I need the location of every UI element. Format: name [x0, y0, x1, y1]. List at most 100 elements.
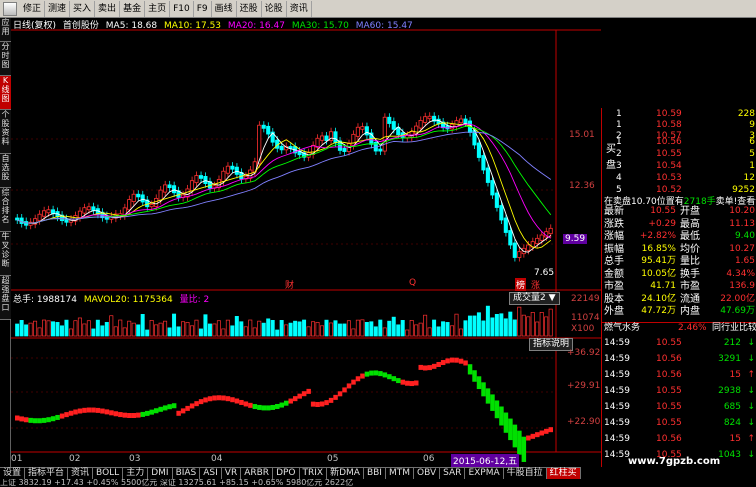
stat-label: 换手	[680, 268, 700, 280]
ma-legend: 日线(复权) 首创股份 MA5: 18.68 MA10: 17.53 MA20:…	[13, 18, 417, 31]
candle-body	[342, 148, 347, 152]
toolbar-discuss[interactable]: 论股	[262, 0, 287, 17]
kline-chart-area[interactable]: 日线(复权) 首创股份 MA5: 18.68 MA10: 17.53 MA20:…	[11, 18, 601, 467]
btab-arbr[interactable]: ARBR	[241, 467, 274, 479]
toolbar-f10[interactable]: F10	[170, 0, 194, 17]
current-price-badge: 9.59	[563, 234, 588, 244]
event-marker-q1[interactable]: Q	[409, 278, 416, 288]
toolbar-sell[interactable]: 卖出	[95, 0, 121, 17]
industry-name: 燃气水务	[604, 323, 641, 333]
indicator-block	[261, 405, 267, 411]
buy-price: 10.54	[656, 161, 682, 171]
btab-settings[interactable]: 设置	[0, 467, 26, 479]
indicator-block	[73, 409, 78, 415]
btab-asi[interactable]: ASI	[200, 467, 222, 479]
toolbar-restore[interactable]: 还股	[237, 0, 262, 17]
candle-body	[279, 145, 284, 151]
btab-boll[interactable]: BOLL	[93, 467, 124, 479]
volume-bar	[387, 320, 392, 337]
toolbar-speed[interactable]: 测速	[45, 0, 71, 17]
indicator-block	[248, 402, 253, 408]
volume-bar	[485, 305, 490, 337]
volume-bar	[275, 329, 280, 337]
btab-vr[interactable]: VR	[221, 467, 242, 479]
candle-body	[423, 116, 428, 123]
btab-obv[interactable]: OBV	[414, 467, 441, 479]
buy-row[interactable]: 1 10.56 6	[602, 136, 756, 148]
volume-bar	[432, 319, 437, 337]
volume-bar	[212, 323, 217, 337]
candle-body	[154, 197, 159, 207]
candle-body	[396, 126, 401, 136]
toolbar-fund[interactable]: 基金	[120, 0, 146, 17]
ma5-line	[17, 119, 552, 253]
candle-body	[409, 131, 414, 138]
buy-row[interactable]: 2 10.55 5	[602, 148, 756, 160]
back-icon[interactable]	[3, 1, 17, 16]
toolbar-news[interactable]: 资讯	[287, 0, 312, 17]
toolbar-buy[interactable]: 买入	[70, 0, 96, 17]
indicator-block	[490, 394, 495, 411]
indicator-block	[346, 383, 352, 389]
toolbar-home[interactable]: 主页	[145, 0, 171, 17]
tab-diagnosis[interactable]: 牛叉诊断	[0, 232, 11, 276]
volume-bar	[230, 325, 235, 337]
arrow-up-icon: ↑	[747, 434, 755, 444]
btab-bbi[interactable]: BBI	[363, 467, 386, 479]
toolbar-fix[interactable]: 修正	[20, 0, 46, 17]
btab-news[interactable]: 资讯	[68, 467, 94, 479]
kline-svg[interactable]	[11, 18, 601, 467]
indicator-block	[37, 418, 42, 424]
indicator-block	[463, 360, 468, 366]
btab-bull-stock[interactable]: 牛股自拉	[503, 467, 547, 479]
volume-bar	[221, 328, 226, 337]
candle-body	[140, 194, 145, 203]
btab-dpo[interactable]: DPO	[273, 467, 300, 479]
indicator-block	[270, 404, 276, 410]
btab-bias[interactable]: BIAS	[172, 467, 201, 479]
btab-trix[interactable]: TRIX	[299, 467, 328, 479]
buy-row[interactable]: 4 10.53 12	[602, 172, 756, 184]
tab-order-book[interactable]: 超强盘口	[0, 276, 11, 320]
volume-bar	[544, 316, 549, 337]
tab-ranking[interactable]: 综合排名	[0, 188, 11, 232]
candle-body	[427, 115, 432, 120]
tab-apps[interactable]: 应用	[0, 18, 11, 42]
btab-expma[interactable]: EXPMA	[465, 467, 504, 479]
tab-intraday[interactable]: 分时图	[0, 42, 11, 76]
indicator-block	[342, 387, 347, 393]
indicator-tick-3: +22.90	[567, 417, 601, 427]
indicator-block	[15, 415, 20, 421]
stat-label: 最高	[680, 218, 700, 230]
volume-select-button[interactable]: 成交量2 ▼	[509, 292, 560, 305]
btab-red-bar-buy[interactable]: 红柱买	[546, 467, 581, 479]
btab-sar[interactable]: SAR	[440, 467, 466, 479]
candle-body	[539, 234, 544, 241]
btab-mtm[interactable]: MTM	[385, 467, 414, 479]
candle-body	[136, 193, 141, 198]
indicator-block	[422, 365, 428, 371]
indicator-block	[225, 396, 231, 402]
event-tag-rise[interactable]: 涨	[531, 278, 540, 291]
candle-body	[86, 206, 91, 211]
event-tag-list[interactable]: 榜	[515, 278, 527, 291]
industry-compare-link[interactable]: 同行业比较	[712, 323, 756, 334]
volume-bar	[476, 312, 481, 337]
indicator-tab-bar: 设置 指标平台 资讯 BOLL 主力 DMI BIAS ASI VR ARBR …	[0, 467, 600, 479]
volume-bar	[414, 324, 419, 337]
tab-stock-info[interactable]: 个股资料	[0, 110, 11, 154]
stat-value: 1.65	[734, 256, 755, 266]
toolbar-f9[interactable]: F9	[194, 0, 212, 17]
btab-main-force[interactable]: 主力	[123, 467, 149, 479]
volume-bar	[396, 324, 401, 337]
btab-dmi[interactable]: DMI	[148, 467, 173, 479]
btab-indicator-platform[interactable]: 指标平台	[25, 467, 69, 479]
btab-new-dma[interactable]: 新DMA	[327, 467, 364, 479]
tab-watchlist[interactable]: 自选股	[0, 154, 11, 188]
stat-label: 最新	[604, 206, 624, 217]
buy-row[interactable]: 3 10.54 1	[602, 160, 756, 172]
event-marker-finance[interactable]: 财	[285, 278, 294, 291]
volume-bar	[467, 315, 472, 337]
toolbar-draw[interactable]: 画线	[212, 0, 237, 17]
tab-kline[interactable]: K线图	[0, 76, 11, 110]
